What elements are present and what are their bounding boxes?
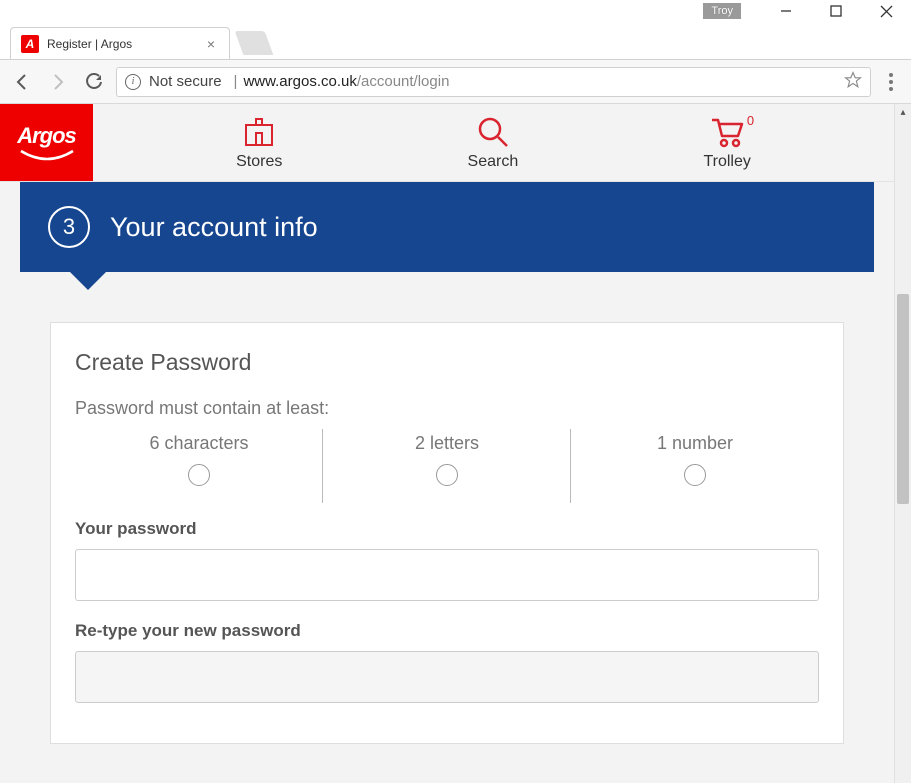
browser-tab[interactable]: A Register | Argos × xyxy=(10,27,230,59)
nav-search[interactable]: Search xyxy=(468,115,519,171)
reload-button[interactable] xyxy=(80,68,108,96)
nav-stores[interactable]: Stores xyxy=(236,115,282,171)
user-badge: Troy xyxy=(703,3,741,19)
new-tab-button[interactable] xyxy=(235,31,274,55)
password-label: Your password xyxy=(75,519,819,539)
requirement-row: 6 characters 2 letters 1 number xyxy=(75,433,819,499)
requirement-chars-label: 6 characters xyxy=(149,433,248,454)
page-viewport: Argos Stores Search xyxy=(0,104,894,783)
nav-stores-label: Stores xyxy=(236,153,282,171)
requirement-number-indicator xyxy=(684,464,706,486)
tab-title: Register | Argos xyxy=(47,37,203,51)
store-icon xyxy=(242,115,276,149)
argos-logo[interactable]: Argos xyxy=(0,104,93,181)
requirement-letters-label: 2 letters xyxy=(415,433,479,454)
trolley-icon: 0 xyxy=(710,115,744,149)
step-header: 3 Your account info xyxy=(20,182,874,272)
url-path: /account/login xyxy=(357,73,450,90)
create-password-card: Create Password Password must contain at… xyxy=(50,322,844,744)
retype-password-label: Re-type your new password xyxy=(75,621,819,641)
argos-favicon-icon: A xyxy=(21,35,39,53)
nav-trolley-label: Trolley xyxy=(703,153,750,171)
back-button[interactable] xyxy=(8,68,36,96)
address-bar[interactable]: i Not secure | www.argos.co.uk /account/… xyxy=(116,67,871,97)
search-icon xyxy=(476,115,510,149)
step-title: Your account info xyxy=(110,212,318,243)
nav-search-label: Search xyxy=(468,153,519,171)
browser-toolbar: i Not secure | www.argos.co.uk /account/… xyxy=(0,60,911,104)
card-title: Create Password xyxy=(75,349,819,376)
site-info-icon[interactable]: i xyxy=(125,74,141,90)
site-header: Argos Stores Search xyxy=(0,104,894,182)
scrollbar-track[interactable]: ▴ xyxy=(894,104,911,783)
step-number-badge: 3 xyxy=(48,206,90,248)
logo-text: Argos xyxy=(17,123,76,149)
scrollbar-thumb[interactable] xyxy=(897,294,909,504)
bookmark-star-icon[interactable] xyxy=(844,71,862,93)
logo-smile-icon xyxy=(19,149,75,163)
tab-close-button[interactable]: × xyxy=(203,36,219,52)
url-host: www.argos.co.uk xyxy=(243,73,356,90)
window-close-button[interactable] xyxy=(861,0,911,22)
requirement-letters: 2 letters xyxy=(323,433,571,499)
scroll-up-button[interactable]: ▴ xyxy=(895,104,911,121)
browser-menu-button[interactable] xyxy=(879,73,903,91)
requirement-intro: Password must contain at least: xyxy=(75,398,819,419)
trolley-count-badge: 0 xyxy=(747,113,754,128)
browser-tabstrip: A Register | Argos × xyxy=(0,22,911,60)
requirement-chars-indicator xyxy=(188,464,210,486)
requirement-letters-indicator xyxy=(436,464,458,486)
nav-trolley[interactable]: 0 Trolley xyxy=(703,115,750,171)
requirement-chars: 6 characters xyxy=(75,433,323,499)
requirement-number: 1 number xyxy=(571,433,819,499)
security-label: Not secure xyxy=(149,73,222,90)
requirement-number-label: 1 number xyxy=(657,433,733,454)
window-minimize-button[interactable] xyxy=(761,0,811,22)
password-input[interactable] xyxy=(75,549,819,601)
window-titlebar: Troy xyxy=(0,0,911,22)
window-maximize-button[interactable] xyxy=(811,0,861,22)
separator: | xyxy=(234,73,238,90)
forward-button xyxy=(44,68,72,96)
retype-password-input[interactable] xyxy=(75,651,819,703)
